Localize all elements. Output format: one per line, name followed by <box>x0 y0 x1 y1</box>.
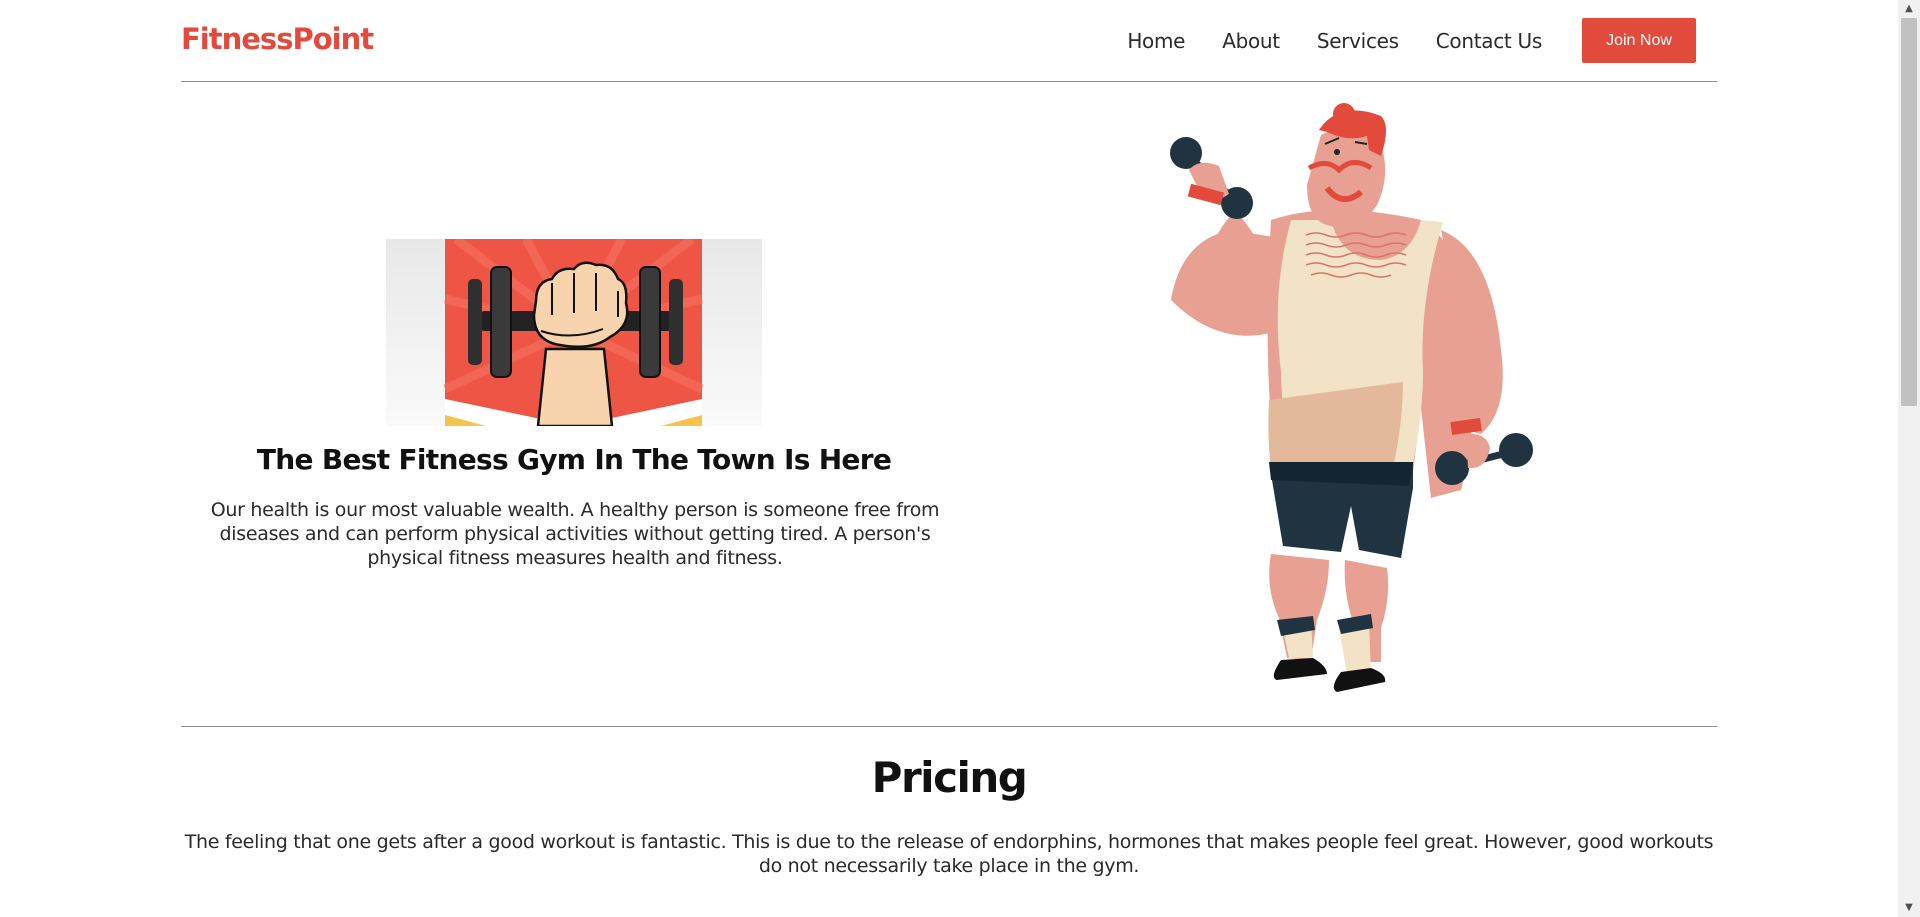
nav-about[interactable]: About <box>1222 29 1280 53</box>
join-now-button[interactable]: Join Now <box>1582 18 1696 63</box>
scroll-down-arrow-icon[interactable]: ▼ <box>1898 899 1920 917</box>
pricing-description: The feeling that one gets after a good w… <box>184 831 1714 877</box>
scrollbar-thumb[interactable] <box>1901 18 1917 406</box>
man-lifting-dumbbells-illustration <box>1170 103 1533 692</box>
page: FitnessPoint Home About Services Contact… <box>0 0 1898 917</box>
pricing-title: Pricing <box>871 753 1028 802</box>
site-header: FitnessPoint Home About Services Contact… <box>181 0 1717 82</box>
logo[interactable]: FitnessPoint <box>181 22 374 56</box>
hero-content: The Best Fitness Gym In The Town Is Here… <box>181 82 967 726</box>
hero-title: The Best Fitness Gym In The Town Is Here <box>256 443 892 476</box>
hero-section: The Best Fitness Gym In The Town Is Here… <box>181 82 1717 727</box>
nav-services[interactable]: Services <box>1317 29 1399 53</box>
scroll-up-arrow-icon[interactable]: ▲ <box>1898 0 1920 18</box>
pricing-section: Pricing The feeling that one gets after … <box>181 727 1717 917</box>
nav-contact-us[interactable]: Contact Us <box>1436 29 1543 53</box>
nav-home[interactable]: Home <box>1127 29 1185 53</box>
dumbbell-fist-illustration <box>386 239 762 426</box>
vertical-scrollbar[interactable]: ▲ ▼ <box>1898 0 1920 917</box>
hero-description: Our health is our most valuable wealth. … <box>210 499 940 569</box>
main-nav: Home About Services Contact Us Join Now <box>1127 18 1696 63</box>
